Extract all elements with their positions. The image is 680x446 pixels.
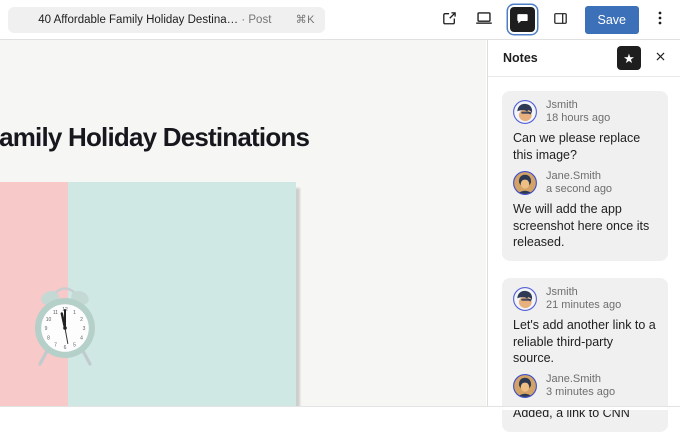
note-comment: Jsmith 21 minutes ago Let's add another …	[513, 286, 657, 366]
pin-notes-button[interactable]: ★	[617, 46, 641, 70]
jane-smith-avatar	[513, 374, 537, 398]
jane-smith-avatar	[513, 171, 537, 195]
note-comment: Jane.Smith 3 minutes ago Added, a link t…	[513, 373, 657, 421]
comment-text: Can we please replace this image?	[513, 130, 657, 163]
pin-star-icon: ★	[623, 52, 635, 65]
comment-head: Jane.Smith 3 minutes ago	[513, 373, 657, 399]
sidebar-toggle-button[interactable]	[548, 7, 574, 33]
comment-head: Jane.Smith a second ago	[513, 170, 657, 196]
preview-devices-icon	[473, 7, 495, 32]
top-bar: 40 Affordable Family Holiday Destina… · …	[0, 0, 680, 40]
jsmith-avatar	[513, 287, 537, 311]
notes-panel-header: Notes ★	[488, 40, 680, 77]
document-type-separator: ·	[241, 14, 245, 26]
comments-toggle-button[interactable]	[510, 7, 535, 32]
comment-text: Let's add another link to a reliable thi…	[513, 317, 657, 366]
note-comment: Jsmith 18 hours ago Can we please replac…	[513, 99, 657, 163]
comment-timestamp: 3 minutes ago	[546, 386, 615, 399]
document-title-wrap: 40 Affordable Family Holiday Destina… · …	[18, 14, 292, 26]
post-image-block[interactable]: 1212 345 678 91011	[0, 182, 296, 407]
comment-meta: Jane.Smith a second ago	[546, 170, 612, 196]
comment-author: Jsmith	[546, 286, 621, 299]
svg-text:4: 4	[80, 336, 83, 342]
comment-author: Jane.Smith	[546, 373, 615, 386]
document-title: 40 Affordable Family Holiday Destina…	[38, 14, 238, 26]
comment-text: We will add the app screenshot here once…	[513, 201, 657, 250]
more-options-icon	[649, 7, 671, 32]
notes-panel-title: Notes	[503, 51, 617, 65]
svg-text:1: 1	[73, 310, 76, 316]
close-panel-button[interactable]	[650, 48, 670, 68]
document-type: Post	[248, 14, 271, 26]
comments-icon	[514, 10, 531, 30]
comment-meta: Jsmith 21 minutes ago	[546, 286, 621, 312]
close-icon	[651, 47, 670, 69]
svg-text:6: 6	[64, 345, 67, 351]
save-button[interactable]: Save	[585, 6, 640, 34]
svg-text:10: 10	[46, 317, 52, 323]
comment-author: Jane.Smith	[546, 170, 612, 183]
external-link-icon	[439, 8, 460, 32]
preview-devices-button[interactable]	[471, 7, 497, 33]
svg-text:2: 2	[80, 317, 83, 323]
svg-text:5: 5	[73, 343, 76, 349]
comment-timestamp: 18 hours ago	[546, 112, 610, 125]
comment-timestamp: a second ago	[546, 183, 612, 196]
comment-author: Jsmith	[546, 99, 610, 112]
sidebar-toggle-icon	[550, 8, 571, 32]
note-thread[interactable]: Jsmith 18 hours ago Can we please replac…	[502, 91, 668, 261]
top-bar-actions: Save	[437, 6, 674, 34]
svg-text:7: 7	[54, 343, 57, 349]
document-bar[interactable]: 40 Affordable Family Holiday Destina… · …	[8, 7, 325, 33]
jsmith-avatar	[513, 100, 537, 124]
comment-head: Jsmith 21 minutes ago	[513, 286, 657, 312]
post-title-heading[interactable]: Family Holiday Destinations	[0, 122, 309, 153]
alarm-clock-image: 1212 345 678 91011	[33, 280, 97, 368]
command-palette-shortcut: ⌘K	[296, 13, 315, 26]
notes-list: Jsmith 18 hours ago Can we please replac…	[488, 77, 680, 446]
window-bottom-edge	[0, 406, 680, 410]
comment-timestamp: 21 minutes ago	[546, 299, 621, 312]
external-link-button[interactable]	[437, 7, 463, 33]
image-teal-half	[68, 182, 296, 407]
note-comment: Jane.Smith a second ago We will add the …	[513, 170, 657, 250]
comment-meta: Jane.Smith 3 minutes ago	[546, 373, 615, 399]
svg-text:9: 9	[45, 326, 48, 332]
more-options-button[interactable]	[647, 7, 673, 33]
editor-canvas: Family Holiday Destinations 1212 345 678…	[0, 40, 486, 407]
svg-text:3: 3	[83, 326, 86, 332]
comment-head: Jsmith 18 hours ago	[513, 99, 657, 125]
comment-meta: Jsmith 18 hours ago	[546, 99, 610, 125]
svg-text:8: 8	[47, 336, 50, 342]
notes-panel: Notes ★ Jsmith 18 hours ago Can we pleas…	[487, 40, 680, 407]
svg-text:11: 11	[53, 310, 58, 316]
